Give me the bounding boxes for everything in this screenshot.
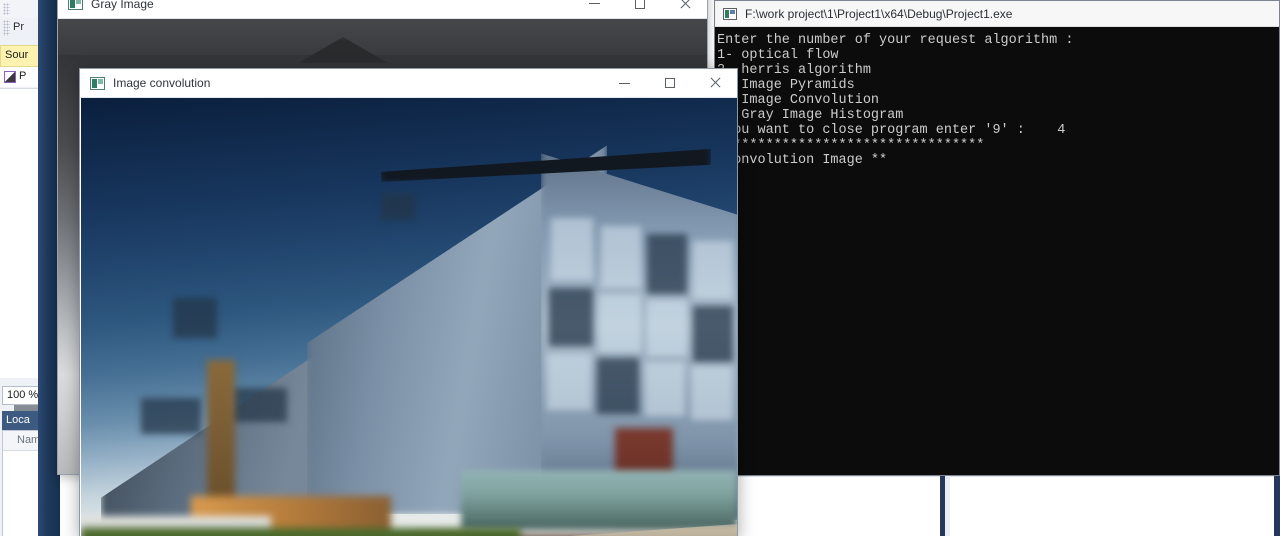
convolution-image-canvas: [81, 98, 737, 536]
photo-window: [381, 194, 415, 220]
minimize-icon: [619, 82, 630, 84]
vs-right-edge-divider: [1274, 476, 1280, 536]
vs-bottom-divider: [940, 476, 945, 536]
photo-window: [173, 298, 217, 338]
convolution-title: Image convolution: [113, 76, 211, 90]
photo-window: [647, 300, 687, 356]
photo-window: [547, 354, 591, 410]
console-window[interactable]: F:\work project\1\Project1\x64\Debug\Pro…: [714, 0, 1280, 476]
source-row-label: P: [19, 70, 27, 82]
photo-ground-glass: [461, 470, 737, 530]
console-title: F:\work project\1\Project1\x64\Debug\Pro…: [745, 6, 1013, 21]
maximize-icon: [634, 0, 645, 9]
photo-window: [645, 362, 685, 416]
source-file-icon: [4, 71, 16, 83]
maximize-icon: [664, 78, 675, 88]
photo-window: [693, 241, 733, 299]
convolution-window-controls: [602, 69, 737, 97]
vs-left-toolwindow: Pr Sour P 100 % Loca Name: [0, 0, 60, 536]
console-line: Convolution Image **: [717, 153, 888, 168]
console-titlebar[interactable]: F:\work project\1\Project1\x64\Debug\Pro…: [715, 1, 1279, 27]
gray-photo-dark-band: [58, 19, 707, 55]
source-row[interactable]: P: [0, 67, 40, 87]
photo-window: [647, 234, 687, 294]
maximize-button[interactable]: [617, 0, 662, 18]
photo-window: [693, 306, 733, 362]
console-line: 2- herris algorithm: [717, 63, 871, 78]
console-line: 1- optical flow: [717, 48, 839, 63]
photo-lawn: [81, 528, 521, 536]
app-image-icon: [68, 0, 83, 10]
maximize-button[interactable]: [647, 69, 692, 97]
photo-window: [141, 398, 201, 434]
vs-editor-surface[interactable]: [0, 88, 38, 489]
screen: Pr Sour P 100 % Loca Name F:\work projec…: [0, 0, 1280, 536]
gray-image-window-controls: [572, 0, 707, 18]
photo-window: [231, 388, 287, 422]
image-convolution-window[interactable]: Image convolution: [79, 68, 738, 536]
photo-warm-panel: [207, 360, 235, 510]
photo-window: [601, 226, 641, 288]
drag-handle-dots-icon[interactable]: [3, 3, 10, 15]
minimize-icon: [589, 3, 600, 4]
convolution-titlebar[interactable]: Image convolution: [80, 69, 737, 98]
app-image-icon: [90, 76, 105, 90]
blurred-building-photo: [81, 98, 737, 536]
drag-handle-dots-icon-2[interactable]: [3, 20, 10, 36]
photo-window: [551, 218, 593, 280]
console-line: Enter the number of your request algorit…: [717, 33, 1074, 48]
close-button[interactable]: [662, 0, 707, 18]
source-notification-label: Sour: [5, 49, 29, 61]
console-line: 3- Image Pyramids: [717, 78, 855, 93]
console-line: 5- Gray Image Histogram: [717, 108, 904, 123]
vs-bottom-pane-left: [708, 476, 944, 536]
console-output[interactable]: Enter the number of your request algorit…: [715, 27, 1279, 475]
close-icon: [709, 77, 721, 89]
source-notification-bar[interactable]: Sour: [0, 45, 40, 67]
console-app-icon: [723, 7, 737, 20]
vs-panel-label: Pr: [13, 21, 24, 33]
photo-window: [549, 288, 593, 346]
vs-bottom-pane-right: [950, 476, 1280, 536]
close-icon: [679, 0, 691, 10]
minimize-button[interactable]: [602, 69, 647, 97]
photo-window: [597, 358, 639, 414]
console-line: 4- Image Convolution: [717, 93, 880, 108]
photo-window: [691, 366, 733, 420]
console-line: *********************************: [717, 138, 985, 153]
close-button[interactable]: [692, 69, 737, 97]
gray-image-titlebar[interactable]: Gray Image: [58, 0, 707, 19]
photo-window: [599, 294, 641, 352]
gray-image-title: Gray Image: [91, 0, 154, 11]
minimize-button[interactable]: [572, 0, 617, 18]
console-line: you want to close program enter '9' : 4: [717, 123, 1066, 138]
